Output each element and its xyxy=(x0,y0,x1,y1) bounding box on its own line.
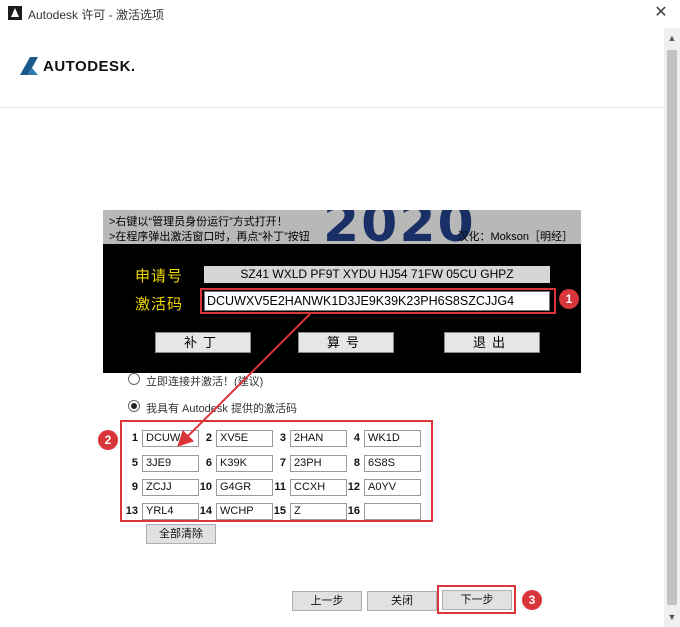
code-cell-number: 9 xyxy=(131,481,138,493)
code-cell-number: 10 xyxy=(199,481,212,493)
header: AUTODESK. xyxy=(0,28,664,108)
code-input-16[interactable] xyxy=(364,503,421,520)
code-input-14[interactable]: WCHP xyxy=(216,503,273,520)
code-cell-9: 9 ZCJJ xyxy=(124,479,199,497)
code-cell-number: 4 xyxy=(353,432,360,444)
generate-button[interactable]: 算号 xyxy=(298,332,394,353)
scroll-up-icon[interactable]: ▲ xyxy=(664,30,680,46)
code-cell-8: 8 6S8S xyxy=(346,455,421,473)
code-cell-number: 7 xyxy=(279,457,286,469)
code-cell-14: 14 WCHP xyxy=(198,503,273,521)
close-button[interactable]: 关闭 xyxy=(367,591,437,611)
code-cell-4: 4 WK1D xyxy=(346,430,421,448)
code-input-3[interactable]: 2HAN xyxy=(290,430,347,447)
license-window: Autodesk 许可 - 激活选项 ✕ AUTODESK. ▲ ▼ 2020 … xyxy=(0,0,680,627)
have-code-radio[interactable] xyxy=(128,400,140,412)
activation-code-label: 激活码 xyxy=(135,296,184,313)
code-input-1[interactable]: DCUW xyxy=(142,430,199,447)
patch-button[interactable]: 补丁 xyxy=(155,332,251,353)
connect-radio-label: 立即连接并激活！(建议) xyxy=(146,376,264,388)
connect-radio[interactable] xyxy=(128,373,140,385)
code-cell-number: 5 xyxy=(131,457,138,469)
brand-name: AUTODESK. xyxy=(43,58,136,75)
code-cell-number: 2 xyxy=(205,432,212,444)
request-code-field[interactable]: SZ41 WXLD PF9T XYDU HJ54 71FW 05CU GHPZ xyxy=(204,266,550,283)
instruction-line-2: >在程序弹出激活窗口时，再点“补丁”按钮 xyxy=(109,231,310,243)
code-cell-2: 2 XV5E xyxy=(198,430,273,448)
code-cell-12: 12 A0YV xyxy=(346,479,421,497)
code-cell-10: 10 G4GR xyxy=(198,479,273,497)
vertical-scrollbar[interactable]: ▲ ▼ xyxy=(664,28,680,627)
request-code-label: 申请号 xyxy=(135,268,184,285)
title-bar: Autodesk 许可 - 激活选项 ✕ xyxy=(0,0,680,28)
clear-all-button[interactable]: 全部清除 xyxy=(146,524,216,544)
scroll-down-icon[interactable]: ▼ xyxy=(664,609,680,625)
code-input-12[interactable]: A0YV xyxy=(364,479,421,496)
code-cell-6: 6 K39K xyxy=(198,455,273,473)
code-cell-7: 7 23PH xyxy=(272,455,347,473)
code-cell-3: 3 2HAN xyxy=(272,430,347,448)
code-input-4[interactable]: WK1D xyxy=(364,430,421,447)
step-2-badge: 2 xyxy=(98,430,118,450)
autodesk-logo-icon xyxy=(20,57,38,75)
code-cell-16: 16 xyxy=(346,503,421,521)
translator-credit: 汉化：Mokson［明经］ xyxy=(457,231,573,243)
code-cell-11: 11 CCXH xyxy=(272,479,347,497)
code-input-2[interactable]: XV5E xyxy=(216,430,273,447)
back-button[interactable]: 上一步 xyxy=(292,591,362,611)
code-input-11[interactable]: CCXH xyxy=(290,479,347,496)
activation-code-grid: 1 DCUW 2 XV5E 3 2HAN 4 WK1D 5 3JE9 6 K39K 7 23PH 8 6S8S… xyxy=(124,422,432,522)
code-input-8[interactable]: 6S8S xyxy=(364,455,421,472)
code-input-5[interactable]: 3JE9 xyxy=(142,455,199,472)
window-title: Autodesk 许可 - 激活选项 xyxy=(28,8,165,22)
have-code-radio-label: 我具有 Autodesk 提供的激活码 xyxy=(146,403,297,415)
patch-instructions-bar: 2020 >右键以“管理员身份运行”方式打开！ >在程序弹出激活窗口时，再点“补… xyxy=(103,210,581,244)
code-cell-number: 14 xyxy=(199,505,212,517)
step-3-badge: 3 xyxy=(522,590,542,610)
code-input-15[interactable]: Z xyxy=(290,503,347,520)
code-cell-1: 1 DCUW xyxy=(124,430,199,448)
step-1-badge: 1 xyxy=(559,289,579,309)
code-cell-number: 3 xyxy=(279,432,286,444)
background-version-number: 2020 xyxy=(323,210,476,244)
code-cell-number: 11 xyxy=(274,481,286,493)
activation-code-highlight xyxy=(200,288,556,314)
code-cell-15: 15 Z xyxy=(272,503,347,521)
code-cell-13: 13 YRL4 xyxy=(124,503,199,521)
code-cell-number: 16 xyxy=(347,505,360,517)
code-input-10[interactable]: G4GR xyxy=(216,479,273,496)
instruction-line-1: >右键以“管理员身份运行”方式打开！ xyxy=(109,216,288,228)
code-input-9[interactable]: ZCJJ xyxy=(142,479,199,496)
next-button-highlight xyxy=(437,585,516,614)
code-cell-number: 1 xyxy=(131,432,138,444)
code-cell-5: 5 3JE9 xyxy=(124,455,199,473)
exit-button[interactable]: 退出 xyxy=(444,332,540,353)
code-input-13[interactable]: YRL4 xyxy=(142,503,199,520)
code-cell-number: 15 xyxy=(273,505,286,517)
code-cell-number: 12 xyxy=(347,481,360,493)
code-input-6[interactable]: K39K xyxy=(216,455,273,472)
close-window-button[interactable]: ✕ xyxy=(650,2,672,24)
code-cell-number: 6 xyxy=(205,457,212,469)
code-input-7[interactable]: 23PH xyxy=(290,455,347,472)
scroll-thumb[interactable] xyxy=(667,50,677,605)
autodesk-app-icon xyxy=(8,6,22,20)
code-cell-number: 13 xyxy=(125,505,138,517)
code-cell-number: 8 xyxy=(353,457,360,469)
